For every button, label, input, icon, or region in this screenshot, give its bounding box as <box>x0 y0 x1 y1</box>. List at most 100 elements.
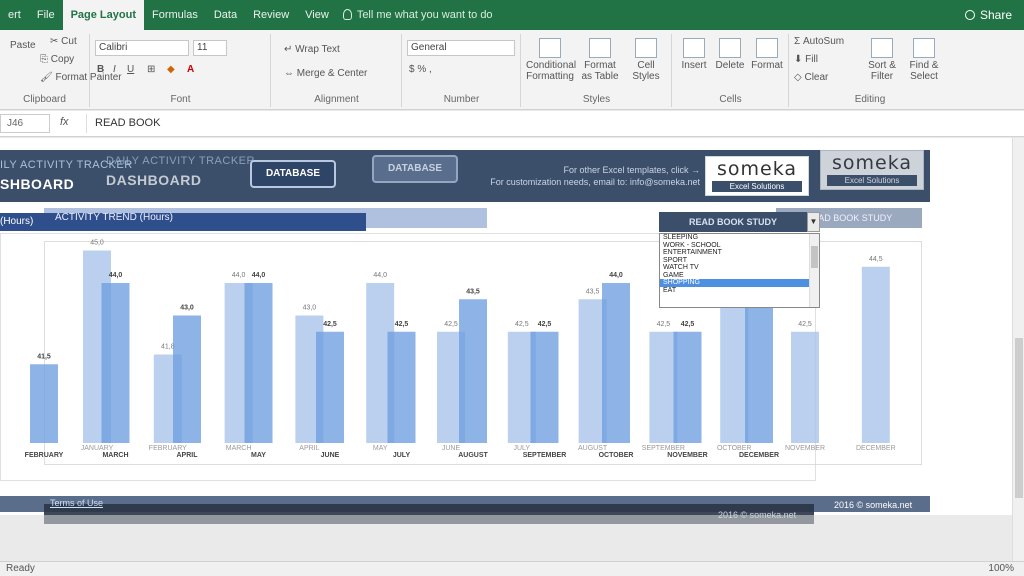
copy-button[interactable]: ⎘ Copy <box>40 54 74 65</box>
currency-icon[interactable]: $ % , <box>409 64 432 75</box>
data-label-dark: 44,0 <box>252 272 266 279</box>
activity-dropdown-list[interactable]: SLEEPING WORK - SCHOOL ENTERTAINMENT SPORT W… <box>659 233 820 308</box>
format-as-table-label: Format as Table <box>581 60 619 82</box>
cell-styles-button[interactable]: Cell Styles <box>626 38 666 82</box>
data-label-dark: 42,5 <box>323 321 337 328</box>
format-icon <box>756 38 778 58</box>
tab-file[interactable]: File <box>29 0 63 30</box>
number-format-dropdown[interactable]: General <box>407 40 515 56</box>
bar-dark <box>673 331 702 443</box>
data-label-light: 42,5 <box>515 321 529 328</box>
category-label-dark: JULY <box>393 452 411 459</box>
formula-bar: J46 fx READ BOOK <box>0 111 1024 137</box>
borders-icon[interactable]: ⊞ <box>147 64 155 75</box>
dropdown-option[interactable]: GAME <box>660 272 819 280</box>
data-label-dark: 41,5 <box>37 353 51 360</box>
chevron-down-icon[interactable]: ▼ <box>807 212 820 232</box>
tab-review[interactable]: Review <box>245 0 297 30</box>
fx-icon[interactable]: fx <box>60 116 69 128</box>
font-color-icon[interactable]: A <box>187 64 194 75</box>
dropdown-option[interactable]: SLEEPING <box>660 234 819 242</box>
data-label-light: 42,5 <box>657 321 671 328</box>
tab-data[interactable]: Data <box>206 0 245 30</box>
data-label-dark: 43,0 <box>180 305 194 312</box>
styles-group: Conditional Formatting Format as Table C… <box>522 34 672 107</box>
dropdown-option[interactable]: SHOPPING <box>660 279 819 287</box>
category-label-light: FEBRUARY <box>149 445 187 452</box>
font-size-dropdown[interactable]: 11 <box>193 40 227 56</box>
worksheet[interactable]: ILY ACTIVITY TRACKER SHBOARD DAILY ACTIV… <box>0 138 1024 561</box>
zoom-level[interactable]: 100% <box>988 563 1014 574</box>
tab-page-layout[interactable]: Page Layout <box>62 0 144 30</box>
tell-me-box[interactable]: Tell me what you want to do <box>342 9 493 21</box>
data-label-light: 43,5 <box>586 288 600 295</box>
category-label-light: JUNE <box>442 445 461 452</box>
dropdown-option[interactable]: ENTERTAINMENT <box>660 249 819 257</box>
tab-insert-partial[interactable]: ert <box>0 0 29 30</box>
bar-dark <box>30 364 58 443</box>
bar-dark <box>602 283 630 443</box>
format-cells-button[interactable]: Format <box>749 38 785 71</box>
vertical-scrollbar[interactable] <box>1012 138 1024 561</box>
person-icon <box>964 10 975 20</box>
terms-of-use-link[interactable]: Terms of Use <box>50 498 103 508</box>
wrap-text-button[interactable]: ↵ Wrap Text <box>284 44 340 55</box>
sort-filter-button[interactable]: Sort & Filter <box>864 38 900 82</box>
data-label-dark: 44,0 <box>109 272 123 279</box>
format-as-table-button[interactable]: Format as Table <box>578 38 622 82</box>
find-select-button[interactable]: Find & Select <box>904 38 944 82</box>
insert-icon <box>683 38 705 58</box>
bar-dark <box>530 331 559 443</box>
merge-center-button[interactable]: ⇔ Merge & Center <box>284 68 367 79</box>
conditional-formatting-label: Conditional Formatting <box>526 60 577 82</box>
share-button[interactable]: Share <box>964 0 1012 30</box>
copyright-text: 2016 © someka.net <box>834 500 913 510</box>
tab-formulas[interactable]: Formulas <box>144 0 206 30</box>
paste-button[interactable]: Paste <box>10 40 36 51</box>
clear-button[interactable]: ◇ Clear <box>794 72 828 83</box>
dropdown-option[interactable]: SPORT <box>660 257 819 265</box>
dropdown-option[interactable]: WATCH TV <box>660 264 819 272</box>
font-group-label: Font <box>170 94 191 105</box>
delete-icon <box>719 38 741 58</box>
dropdown-option[interactable]: EAT <box>660 287 819 295</box>
italic-button[interactable]: I <box>113 64 116 75</box>
category-label-dark: DECEMBER <box>739 452 779 459</box>
autosum-button[interactable]: Σ AutoSum <box>794 36 844 47</box>
alignment-group: ↵ Wrap Text ⇔ Merge & Center Alignment <box>272 34 402 107</box>
insert-cells-button[interactable]: Insert <box>677 38 711 71</box>
delete-cells-button[interactable]: Delete <box>713 38 747 71</box>
fill-button[interactable]: ⬇ Fill <box>794 54 818 65</box>
clear-label: Clear <box>804 72 829 83</box>
conditional-formatting-button[interactable]: Conditional Formatting <box>526 38 577 82</box>
data-label-dark: 43,5 <box>466 288 480 295</box>
tab-view[interactable]: View <box>297 0 337 30</box>
data-label-light: 42,5 <box>444 321 458 328</box>
underline-button[interactable]: U <box>127 64 134 75</box>
data-label-dark: 42,5 <box>395 321 409 328</box>
editing-group: Σ AutoSum ⬇ Fill ◇ Clear Sort & Filter F… <box>790 34 950 107</box>
name-box[interactable]: J46 <box>0 114 50 133</box>
bold-button[interactable]: B <box>97 64 104 75</box>
cut-button[interactable]: ✂ Cut <box>50 36 77 47</box>
lightbulb-icon <box>342 9 352 20</box>
bar-dark <box>459 299 487 443</box>
activity-dropdown[interactable]: READ BOOK STUDY <box>659 212 807 232</box>
category-label-light: MARCH <box>226 445 252 452</box>
cell-styles-label: Cell Styles <box>632 60 660 82</box>
status-bar: Ready 100% <box>0 561 1024 576</box>
number-group-label: Number <box>443 94 480 105</box>
data-label-light: 41,8 <box>161 344 175 351</box>
data-label-dark: 42,5 <box>681 321 695 328</box>
formula-input[interactable]: READ BOOK <box>86 114 1016 133</box>
clipboard-group-label: Clipboard <box>23 94 66 105</box>
dropdown-scrollbar[interactable] <box>809 234 819 307</box>
dropdown-option[interactable]: WORK - SCHOOL <box>660 242 819 250</box>
bar-dark <box>244 283 273 443</box>
vertical-scroll-thumb[interactable] <box>1015 338 1023 498</box>
dropdown-scroll-thumb[interactable] <box>811 246 818 268</box>
data-label-dark: 42,5 <box>538 321 552 328</box>
fill-color-icon[interactable]: ◆ <box>167 64 175 75</box>
font-name-dropdown[interactable]: Calibri <box>95 40 189 56</box>
bar-light <box>791 331 819 443</box>
